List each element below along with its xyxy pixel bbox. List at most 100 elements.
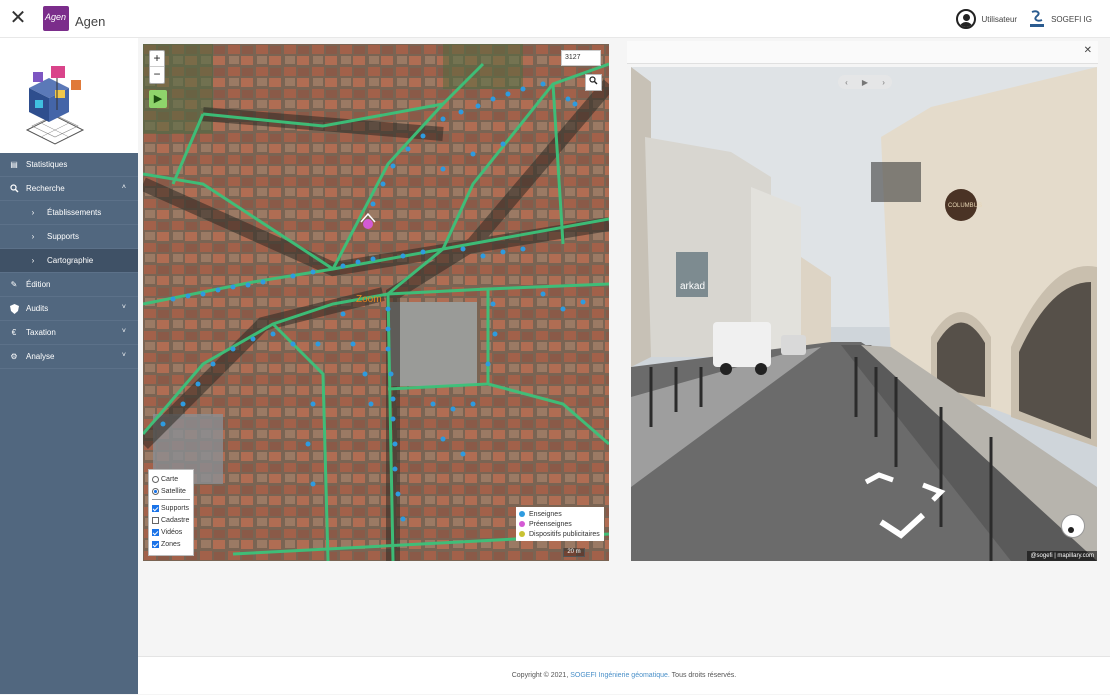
- previous-icon[interactable]: ‹: [845, 78, 848, 87]
- legend-label: Enseignes: [529, 510, 562, 518]
- user-label[interactable]: Utilisateur: [982, 15, 1018, 24]
- euro-icon: €: [11, 328, 17, 337]
- search-icon: [589, 76, 598, 85]
- play-icon[interactable]: ▶: [862, 78, 868, 87]
- chevron-right-icon: ›: [31, 208, 35, 217]
- shield-icon: [9, 303, 19, 314]
- close-icon[interactable]: ✕: [8, 8, 28, 29]
- app-illustration-icon: [25, 66, 85, 145]
- sequence-controls: ‹ ▶ ›: [838, 75, 892, 89]
- sidebar-item-label: Audits: [26, 304, 49, 313]
- legend-item: Préenseignes: [519, 519, 601, 529]
- map-legend: Enseignes Préenseignes Dispositifs publi…: [516, 507, 604, 541]
- shop-sign: arkad: [680, 281, 705, 292]
- sidebar-item-label: Édition: [26, 280, 51, 289]
- basemap-label: Satellite: [161, 487, 186, 495]
- zoom-out-button[interactable]: −: [150, 67, 164, 83]
- sidebar-item-label: Cartographie: [47, 256, 94, 265]
- zoom-control: + −: [149, 50, 165, 84]
- copyright-text: Copyright © 2021,: [511, 672, 569, 679]
- sidebar-item-label: Taxation: [26, 328, 56, 337]
- basemap-option-satellite[interactable]: Satellite: [152, 485, 190, 497]
- divider: [152, 499, 190, 500]
- sidebar-item-analyse[interactable]: ⚙ Analyse ˅: [0, 345, 138, 369]
- legend-dot: [519, 511, 525, 517]
- street-view-panel[interactable]: arkad COLUMBUS ‹ ▶ › @sogefi | mapillary…: [631, 67, 1097, 561]
- sidebar-item-etablissements[interactable]: › Établissements: [0, 201, 138, 225]
- org-label: SOGEFI IG: [1051, 14, 1092, 24]
- legend-item: Dispositifs publicitaires: [519, 529, 601, 539]
- radio-button[interactable]: [152, 475, 159, 483]
- sidebar-item-supports[interactable]: › Supports: [0, 225, 138, 249]
- sidebar-item-taxation[interactable]: € Taxation ˅: [0, 321, 138, 345]
- checkbox[interactable]: [152, 516, 159, 524]
- sidebar-header: [0, 38, 138, 153]
- legend-dot: [519, 521, 525, 527]
- sidebar-item-recherche[interactable]: Recherche ˄: [0, 177, 138, 201]
- sidebar-item-label: Établissements: [47, 208, 102, 217]
- basemap-option-carte[interactable]: Carte: [152, 473, 190, 485]
- layer-switcher: Carte Satellite Supports Cadastre Vidéos…: [148, 469, 194, 556]
- sidebar-item-cartographie[interactable]: › Cartographie: [0, 249, 138, 273]
- map-scale: 20 m: [563, 548, 585, 557]
- sidebar-item-audits[interactable]: Audits ˅: [0, 297, 138, 321]
- top-bar: ✕ Agen Agen Utilisateur SOGEFI IG: [0, 0, 1110, 38]
- radio-button[interactable]: [152, 487, 159, 495]
- user-area: Utilisateur SOGEFI IG: [955, 9, 1092, 29]
- video-camera-icon[interactable]: ▶: [149, 90, 167, 108]
- sidebar-item-edition[interactable]: ✎ Édition: [0, 273, 138, 297]
- company-link[interactable]: SOGEFI Ingénierie géomatique.: [570, 672, 670, 679]
- layer-cadastre[interactable]: Cadastre: [152, 514, 190, 526]
- sidebar: ▤ Statistiques Recherche ˄ › Établisseme…: [0, 38, 138, 694]
- street-view-image[interactable]: arkad COLUMBUS: [631, 67, 1097, 561]
- chevron-down-icon: ˅: [121, 328, 126, 335]
- checkbox[interactable]: [152, 528, 159, 536]
- pencil-icon: ✎: [10, 280, 18, 289]
- basemap-label: Carte: [161, 475, 179, 483]
- layer-label: Supports: [161, 504, 190, 512]
- layer-videos[interactable]: Vidéos: [152, 526, 190, 538]
- chevron-right-icon: ›: [31, 232, 35, 241]
- sidebar-item-label: Statistiques: [26, 160, 68, 169]
- layer-label: Vidéos: [161, 528, 183, 536]
- city-logo: Agen: [43, 6, 69, 31]
- satellite-map[interactable]: Zoom: [143, 44, 609, 561]
- zoom-in-button[interactable]: +: [150, 51, 164, 67]
- chevron-down-icon: ˅: [121, 352, 126, 359]
- sidebar-item-statistiques[interactable]: ▤ Statistiques: [0, 153, 138, 177]
- checkbox[interactable]: [152, 540, 159, 548]
- map-panel[interactable]: Zoom + − ▶ 3127 Carte Satellite Supports…: [143, 44, 609, 561]
- chevron-down-icon: ˅: [121, 304, 126, 311]
- checkbox[interactable]: [152, 504, 159, 512]
- legend-item: Enseignes: [519, 509, 601, 519]
- legend-dot: [519, 531, 525, 537]
- layer-supports[interactable]: Supports: [152, 502, 190, 514]
- map-place-label: Zoom: [356, 294, 382, 305]
- sidebar-item-label: Analyse: [26, 352, 55, 361]
- main-content: Zoom + − ▶ 3127 Carte Satellite Supports…: [138, 38, 1110, 694]
- coordinate-input[interactable]: 3127: [561, 50, 601, 66]
- legend-label: Préenseignes: [529, 520, 572, 528]
- gear-icon: ⚙: [10, 352, 18, 361]
- layer-label: Zones: [161, 540, 181, 548]
- close-icon[interactable]: ✕: [1084, 45, 1092, 56]
- footer: Copyright © 2021, SOGEFI Ingénierie géom…: [138, 656, 1110, 694]
- next-icon[interactable]: ›: [882, 78, 885, 87]
- cafe-sign: COLUMBUS: [948, 203, 982, 209]
- viewer-header: ✕: [627, 41, 1098, 64]
- search-icon: [9, 184, 19, 194]
- chart-icon: ▤: [10, 160, 18, 169]
- legend-label: Dispositifs publicitaires: [529, 530, 600, 538]
- sidebar-item-label: Supports: [47, 232, 80, 241]
- attribution: @sogefi | mapillary.com: [1027, 551, 1097, 561]
- layer-zones[interactable]: Zones: [152, 538, 190, 550]
- app-title: Agen: [75, 14, 106, 29]
- chevron-up-icon: ˄: [121, 184, 126, 191]
- user-icon[interactable]: [955, 9, 976, 29]
- compass-icon[interactable]: [1061, 514, 1085, 538]
- map-search-button[interactable]: [585, 74, 602, 91]
- chevron-right-icon: ›: [31, 256, 35, 265]
- sidebar-item-label: Recherche: [26, 184, 65, 193]
- sidebar-menu: ▤ Statistiques Recherche ˄ › Établisseme…: [0, 153, 138, 369]
- org-logo-icon: [1030, 10, 1045, 27]
